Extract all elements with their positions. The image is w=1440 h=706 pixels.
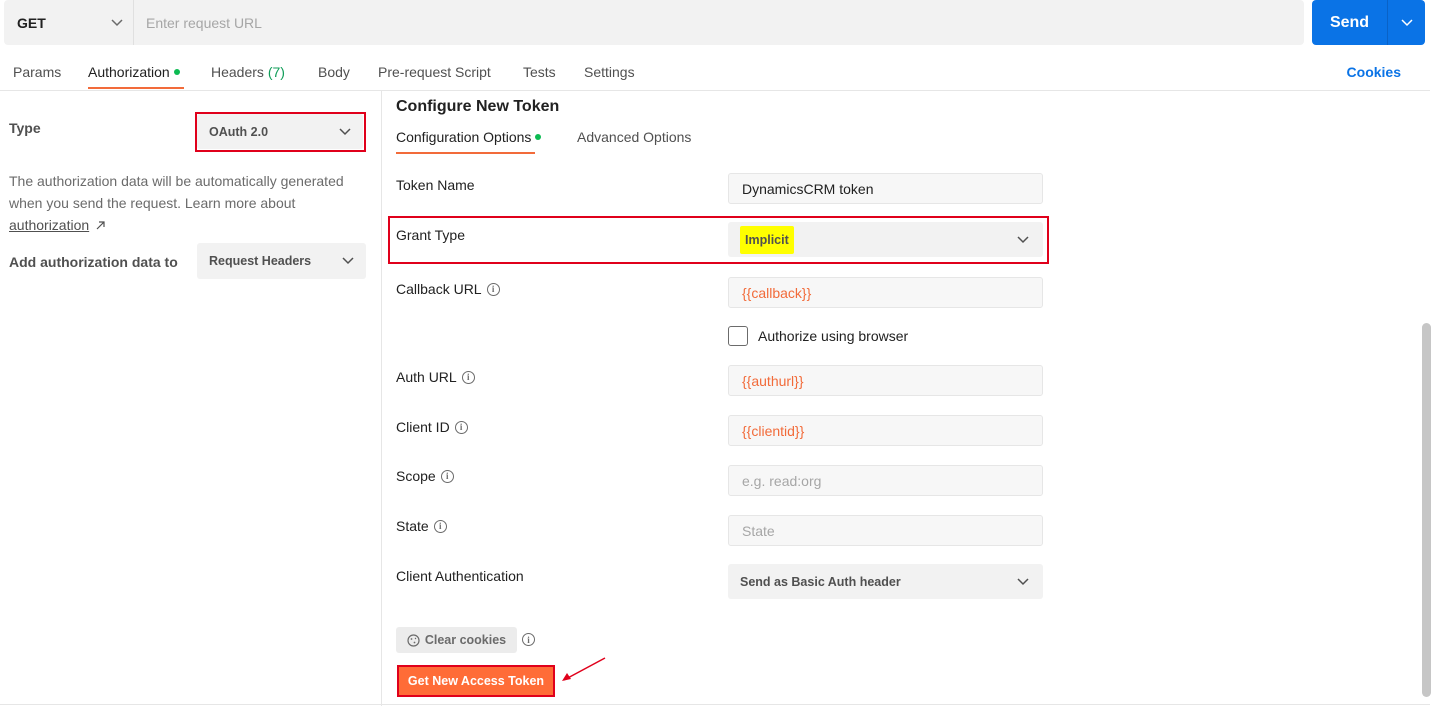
client-id-label: Client ID i bbox=[396, 419, 468, 435]
send-button-group: Send bbox=[1312, 0, 1425, 45]
callback-url-input[interactable]: {{callback}} bbox=[728, 277, 1043, 308]
scrollbar[interactable] bbox=[1422, 323, 1431, 697]
client-auth-label: Client Authentication bbox=[396, 568, 524, 584]
info-icon[interactable]: i bbox=[522, 633, 535, 646]
cookies-link[interactable]: Cookies bbox=[1347, 64, 1401, 80]
tab-params[interactable]: Params bbox=[13, 64, 61, 80]
tab-headers[interactable]: Headers (7) bbox=[211, 64, 285, 80]
scope-label-text: Scope bbox=[396, 468, 436, 484]
tab-body[interactable]: Body bbox=[318, 64, 350, 80]
get-new-access-token-button[interactable]: Get New Access Token bbox=[397, 665, 555, 697]
info-icon[interactable]: i bbox=[433, 519, 447, 533]
subtab-configuration-options[interactable]: Configuration Options bbox=[396, 129, 542, 145]
external-link-icon bbox=[96, 221, 105, 230]
client-id-label-text: Client ID bbox=[396, 419, 450, 435]
url-input[interactable] bbox=[134, 0, 1304, 45]
method-select[interactable]: GET bbox=[4, 0, 134, 45]
tab-pre-request-script[interactable]: Pre-request Script bbox=[378, 64, 491, 80]
status-dot bbox=[535, 134, 542, 141]
section-title: Configure New Token bbox=[396, 98, 560, 115]
divider bbox=[0, 704, 1430, 705]
state-label: State i bbox=[396, 518, 447, 534]
add-auth-to-value: Request Headers bbox=[209, 254, 312, 268]
callback-url-label-text: Callback URL bbox=[396, 281, 482, 297]
authorize-browser-checkbox[interactable] bbox=[728, 326, 748, 346]
auth-type-pane: Type OAuth 2.0 The authorization data wi… bbox=[0, 91, 382, 706]
token-name-label-text: Token Name bbox=[396, 177, 475, 193]
annotation-box bbox=[388, 216, 1049, 264]
method-label: GET bbox=[17, 14, 46, 31]
chevron-down-icon bbox=[342, 257, 354, 265]
chevron-down-icon bbox=[1017, 577, 1029, 585]
client-auth-select[interactable]: Send as Basic Auth header bbox=[728, 564, 1043, 599]
tab-authorization[interactable]: Authorization bbox=[88, 64, 180, 80]
annotation-arrow-icon bbox=[562, 657, 606, 681]
chevron-down-icon bbox=[1400, 18, 1413, 26]
client-id-input[interactable]: {{clientid}} bbox=[728, 415, 1043, 446]
send-button[interactable]: Send bbox=[1312, 0, 1388, 45]
add-auth-to-select[interactable]: Request Headers bbox=[197, 243, 366, 279]
info-icon[interactable]: i bbox=[486, 282, 500, 296]
auth-url-label: Auth URL i bbox=[396, 369, 475, 385]
add-auth-to-label: Add authorization data to bbox=[9, 254, 178, 270]
status-dot bbox=[173, 69, 180, 76]
headers-count: (7) bbox=[267, 64, 285, 80]
annotation-box bbox=[195, 112, 366, 152]
authorization-link-text: authorization bbox=[9, 217, 90, 233]
tab-settings[interactable]: Settings bbox=[584, 64, 635, 80]
authorize-browser-label: Authorize using browser bbox=[758, 328, 909, 344]
auth-url-label-text: Auth URL bbox=[396, 369, 457, 385]
info-icon[interactable]: i bbox=[461, 370, 475, 384]
info-icon[interactable]: i bbox=[454, 420, 468, 434]
request-tabs: Params Authorization Headers (7) Body Pr… bbox=[0, 50, 1430, 91]
state-input[interactable]: State bbox=[728, 515, 1043, 546]
request-bar: GET bbox=[4, 0, 1304, 45]
authorization-link[interactable]: authorization bbox=[9, 217, 89, 233]
scope-label: Scope i bbox=[396, 468, 454, 484]
tab-headers-label: Headers bbox=[211, 64, 264, 80]
scope-input[interactable]: e.g. read:org bbox=[728, 465, 1043, 496]
tab-tests[interactable]: Tests bbox=[523, 64, 556, 80]
subtab-configuration-label: Configuration Options bbox=[396, 129, 532, 145]
auth-description-text: The authorization data will be automatic… bbox=[9, 173, 344, 211]
send-options-button[interactable] bbox=[1388, 0, 1425, 45]
client-auth-label-text: Client Authentication bbox=[396, 568, 524, 584]
client-auth-value: Send as Basic Auth header bbox=[740, 574, 901, 589]
tab-authorization-label: Authorization bbox=[88, 64, 170, 80]
auth-url-input[interactable]: {{authurl}} bbox=[728, 365, 1043, 396]
clear-cookies-label: Clear cookies bbox=[424, 633, 507, 647]
subtab-advanced-options[interactable]: Advanced Options bbox=[577, 129, 691, 145]
state-label-text: State bbox=[396, 518, 429, 534]
clear-cookies-button[interactable]: Clear cookies bbox=[396, 627, 517, 653]
type-label: Type bbox=[9, 120, 41, 136]
active-subtab-underline bbox=[396, 152, 535, 154]
active-tab-underline bbox=[88, 87, 184, 89]
token-name-input[interactable]: DynamicsCRM token bbox=[728, 173, 1043, 204]
callback-url-label: Callback URL i bbox=[396, 281, 500, 297]
cookie-icon bbox=[407, 633, 420, 647]
auth-description: The authorization data will be automatic… bbox=[9, 170, 369, 236]
token-name-label: Token Name bbox=[396, 177, 475, 193]
configure-token-pane: Configure New Token Configuration Option… bbox=[383, 91, 1423, 706]
chevron-down-icon bbox=[111, 18, 123, 26]
info-icon[interactable]: i bbox=[440, 469, 454, 483]
